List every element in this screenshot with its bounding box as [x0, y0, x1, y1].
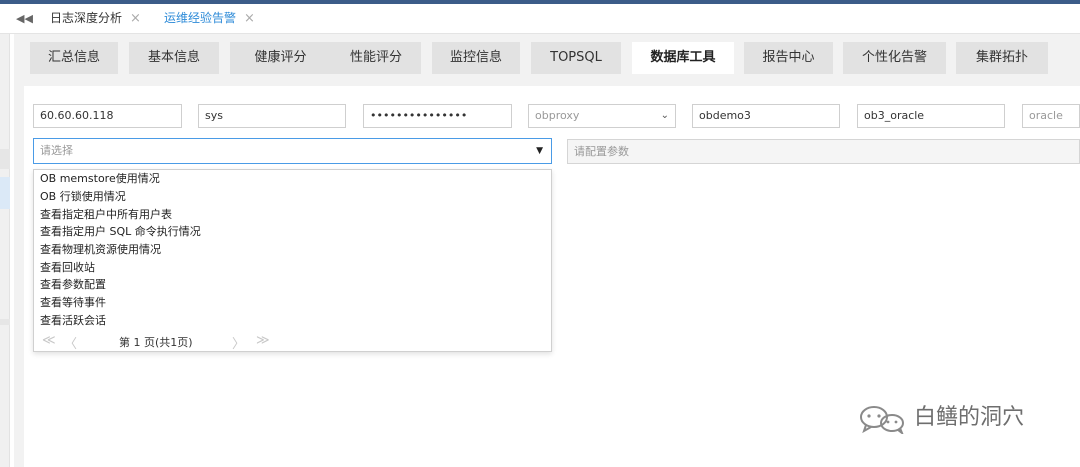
next-page-icon[interactable]: 〉 — [232, 333, 245, 352]
tab-summary[interactable]: 汇总信息 — [30, 42, 118, 74]
dropdown-option[interactable]: 查看参数配置 — [40, 276, 106, 294]
tab-label: 日志深度分析 — [50, 11, 123, 25]
first-page-icon[interactable]: ≪ — [42, 333, 56, 348]
sidebar-item[interactable] — [0, 149, 10, 169]
tab-basic-info[interactable]: 基本信息 — [129, 42, 219, 74]
tab-log-analysis[interactable]: 日志深度分析 × — [50, 4, 141, 34]
sql-tool-select-placeholder: 请选择 — [40, 144, 73, 157]
db-type-input[interactable]: oracle — [1022, 104, 1080, 128]
dropdown-option[interactable]: 查看物理机资源使用情况 — [40, 241, 161, 259]
sidebar-collapsed — [0, 34, 10, 467]
dropdown-option[interactable]: 查看活跃会话 — [40, 312, 106, 330]
dropdown-option[interactable]: 查看指定用户 SQL 命令执行情况 — [40, 223, 201, 241]
dropdown-option[interactable]: OB 行锁使用情况 — [40, 188, 126, 206]
dropdown-option[interactable]: 查看等待事件 — [40, 294, 106, 312]
user-input[interactable]: sys — [198, 104, 346, 128]
param-config-input[interactable]: 请配置参数 — [567, 139, 1080, 164]
tab-custom-alert[interactable]: 个性化告警 — [843, 42, 946, 74]
double-left-arrow-icon[interactable]: ◀◀ — [16, 12, 33, 25]
sidebar-item-active[interactable] — [0, 177, 10, 209]
tab-performance-score[interactable]: 性能评分 — [331, 42, 421, 74]
password-input[interactable]: ••••••••••••••• — [363, 104, 512, 128]
prev-page-icon[interactable]: 〈 — [64, 333, 77, 352]
tab-label: 运维经验告警 — [164, 11, 237, 25]
tab-topsql[interactable]: TOPSQL — [531, 42, 621, 74]
dropdown-option[interactable]: 查看指定租户中所有用户表 — [40, 206, 172, 224]
close-icon[interactable]: × — [244, 11, 255, 26]
tab-ops-alert[interactable]: 运维经验告警 × — [164, 4, 255, 34]
proxy-select[interactable]: obproxy ⌄ — [528, 104, 676, 128]
tab-report-center[interactable]: 报告中心 — [744, 42, 833, 74]
caret-down-icon: ▼ — [536, 146, 543, 156]
proxy-select-value: obproxy — [535, 109, 580, 122]
dropdown-option[interactable]: OB memstore使用情况 — [40, 170, 160, 188]
last-page-icon[interactable]: ≫ — [256, 333, 270, 348]
tab-health-score[interactable]: 健康评分 — [230, 42, 331, 74]
tenant-input[interactable]: obdemo3 — [692, 104, 840, 128]
sql-tool-select[interactable]: 请选择 ▼ — [33, 138, 552, 164]
sql-tool-dropdown: OB memstore使用情况 OB 行锁使用情况 查看指定租户中所有用户表 查… — [33, 169, 552, 352]
chevron-down-icon: ⌄ — [660, 110, 669, 121]
window-tab-bar: ◀◀ 日志深度分析 × 运维经验告警 × — [0, 4, 1080, 34]
dropdown-option[interactable]: 查看回收站 — [40, 259, 95, 277]
cluster-input[interactable]: ob3_oracle — [857, 104, 1005, 128]
wechat-icon — [860, 406, 904, 434]
watermark-text: 白鳝的洞穴 — [914, 405, 1025, 430]
tab-cluster-topology[interactable]: 集群拓扑 — [956, 42, 1048, 74]
tab-monitoring[interactable]: 监控信息 — [432, 42, 520, 74]
close-icon[interactable]: × — [130, 11, 141, 26]
dropdown-pager: ≪ 〈 第 1 页(共1页) 〉 ≫ — [34, 331, 553, 352]
page-indicator: 第 1 页(共1页) — [119, 336, 193, 349]
tab-db-tools[interactable]: 数据库工具 — [632, 42, 734, 74]
sidebar-item[interactable] — [0, 319, 10, 325]
host-input[interactable]: 60.60.60.118 — [33, 104, 182, 128]
